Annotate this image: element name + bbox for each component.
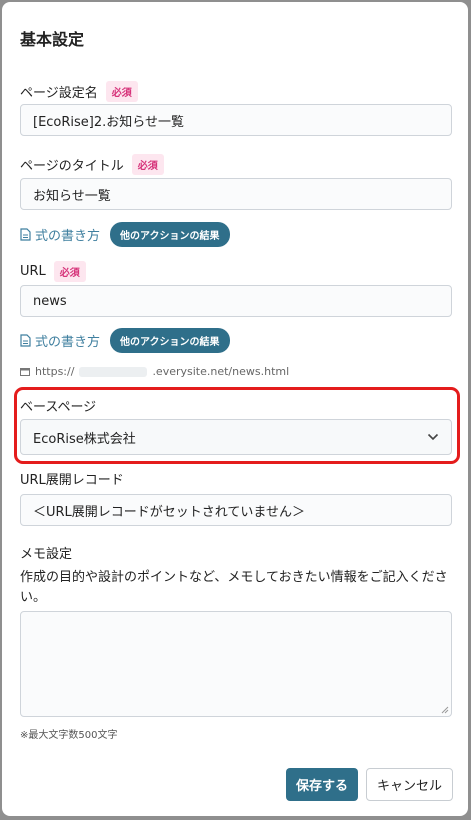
base-page-label-row: ベースページ [20,396,96,415]
page-title-label: ページのタイトル [20,159,124,174]
basic-settings-dialog: 基本設定 ページ設定名 必須 [EcoRise]2.お知らせ一覧 ページのタイト… [2,2,468,816]
resize-handle-icon[interactable] [441,706,449,714]
memo-limit-note: ※最大文字数500文字 [20,730,118,741]
document-icon [20,228,31,241]
memo-textarea[interactable] [20,611,452,717]
memo-label: メモ設定 [20,547,73,562]
document-icon [20,334,31,347]
url-record-label: URL展開レコード [20,473,124,488]
url-helpers: 式の書き方 他のアクションの結果 [20,328,230,353]
other-action-results-button[interactable]: 他のアクションの結果 [110,222,230,247]
base-page-select[interactable]: EcoRise株式会社 [20,419,452,455]
page-title-helpers: 式の書き方 他のアクションの結果 [20,222,230,247]
memo-description: 作成の目的や設計のポイントなど、メモしておきたい情報をご記入ください。 [20,570,448,605]
required-badge: 必須 [105,81,138,102]
url-card-icon [20,367,30,376]
url-label: URL [20,264,46,279]
url-preview-suffix: .everysite.net/news.html [152,365,290,378]
base-page-selected-value: EcoRise株式会社 [33,431,136,447]
url-preview: https:// .everysite.net/news.html [20,365,289,378]
base-page-label: ベースページ [20,400,97,415]
page-setting-name-label: ページ設定名 [20,86,98,101]
cancel-button[interactable]: キャンセル [366,768,453,801]
required-badge: 必須 [53,261,86,282]
url-record-field[interactable]: ＜URL展開レコードがセットされていません＞ [20,494,452,526]
url-input[interactable]: news [20,285,452,317]
page-setting-name-label-row: ページ設定名 必須 [20,81,138,102]
chevron-down-icon [427,433,439,441]
formula-help-link-label: 式の書き方 [35,335,101,350]
masked-domain [79,366,148,377]
url-label-row: URL 必須 [20,261,86,282]
required-badge: 必須 [131,154,164,175]
formula-help-link[interactable]: 式の書き方 [20,331,100,350]
url-record-label-row: URL展開レコード [20,469,124,488]
page-title-label-row: ページのタイトル 必須 [20,154,164,175]
page-setting-name-input[interactable]: [EcoRise]2.お知らせ一覧 [20,104,452,136]
other-action-results-button[interactable]: 他のアクションの結果 [110,328,230,353]
url-preview-prefix: https:// [35,365,75,378]
dialog-title: 基本設定 [20,30,85,49]
formula-help-link[interactable]: 式の書き方 [20,225,100,244]
memo-label-row: メモ設定 [20,543,72,562]
formula-help-link-label: 式の書き方 [35,229,101,244]
page-title-input[interactable]: お知らせ一覧 [20,178,452,210]
save-button[interactable]: 保存する [286,768,358,801]
